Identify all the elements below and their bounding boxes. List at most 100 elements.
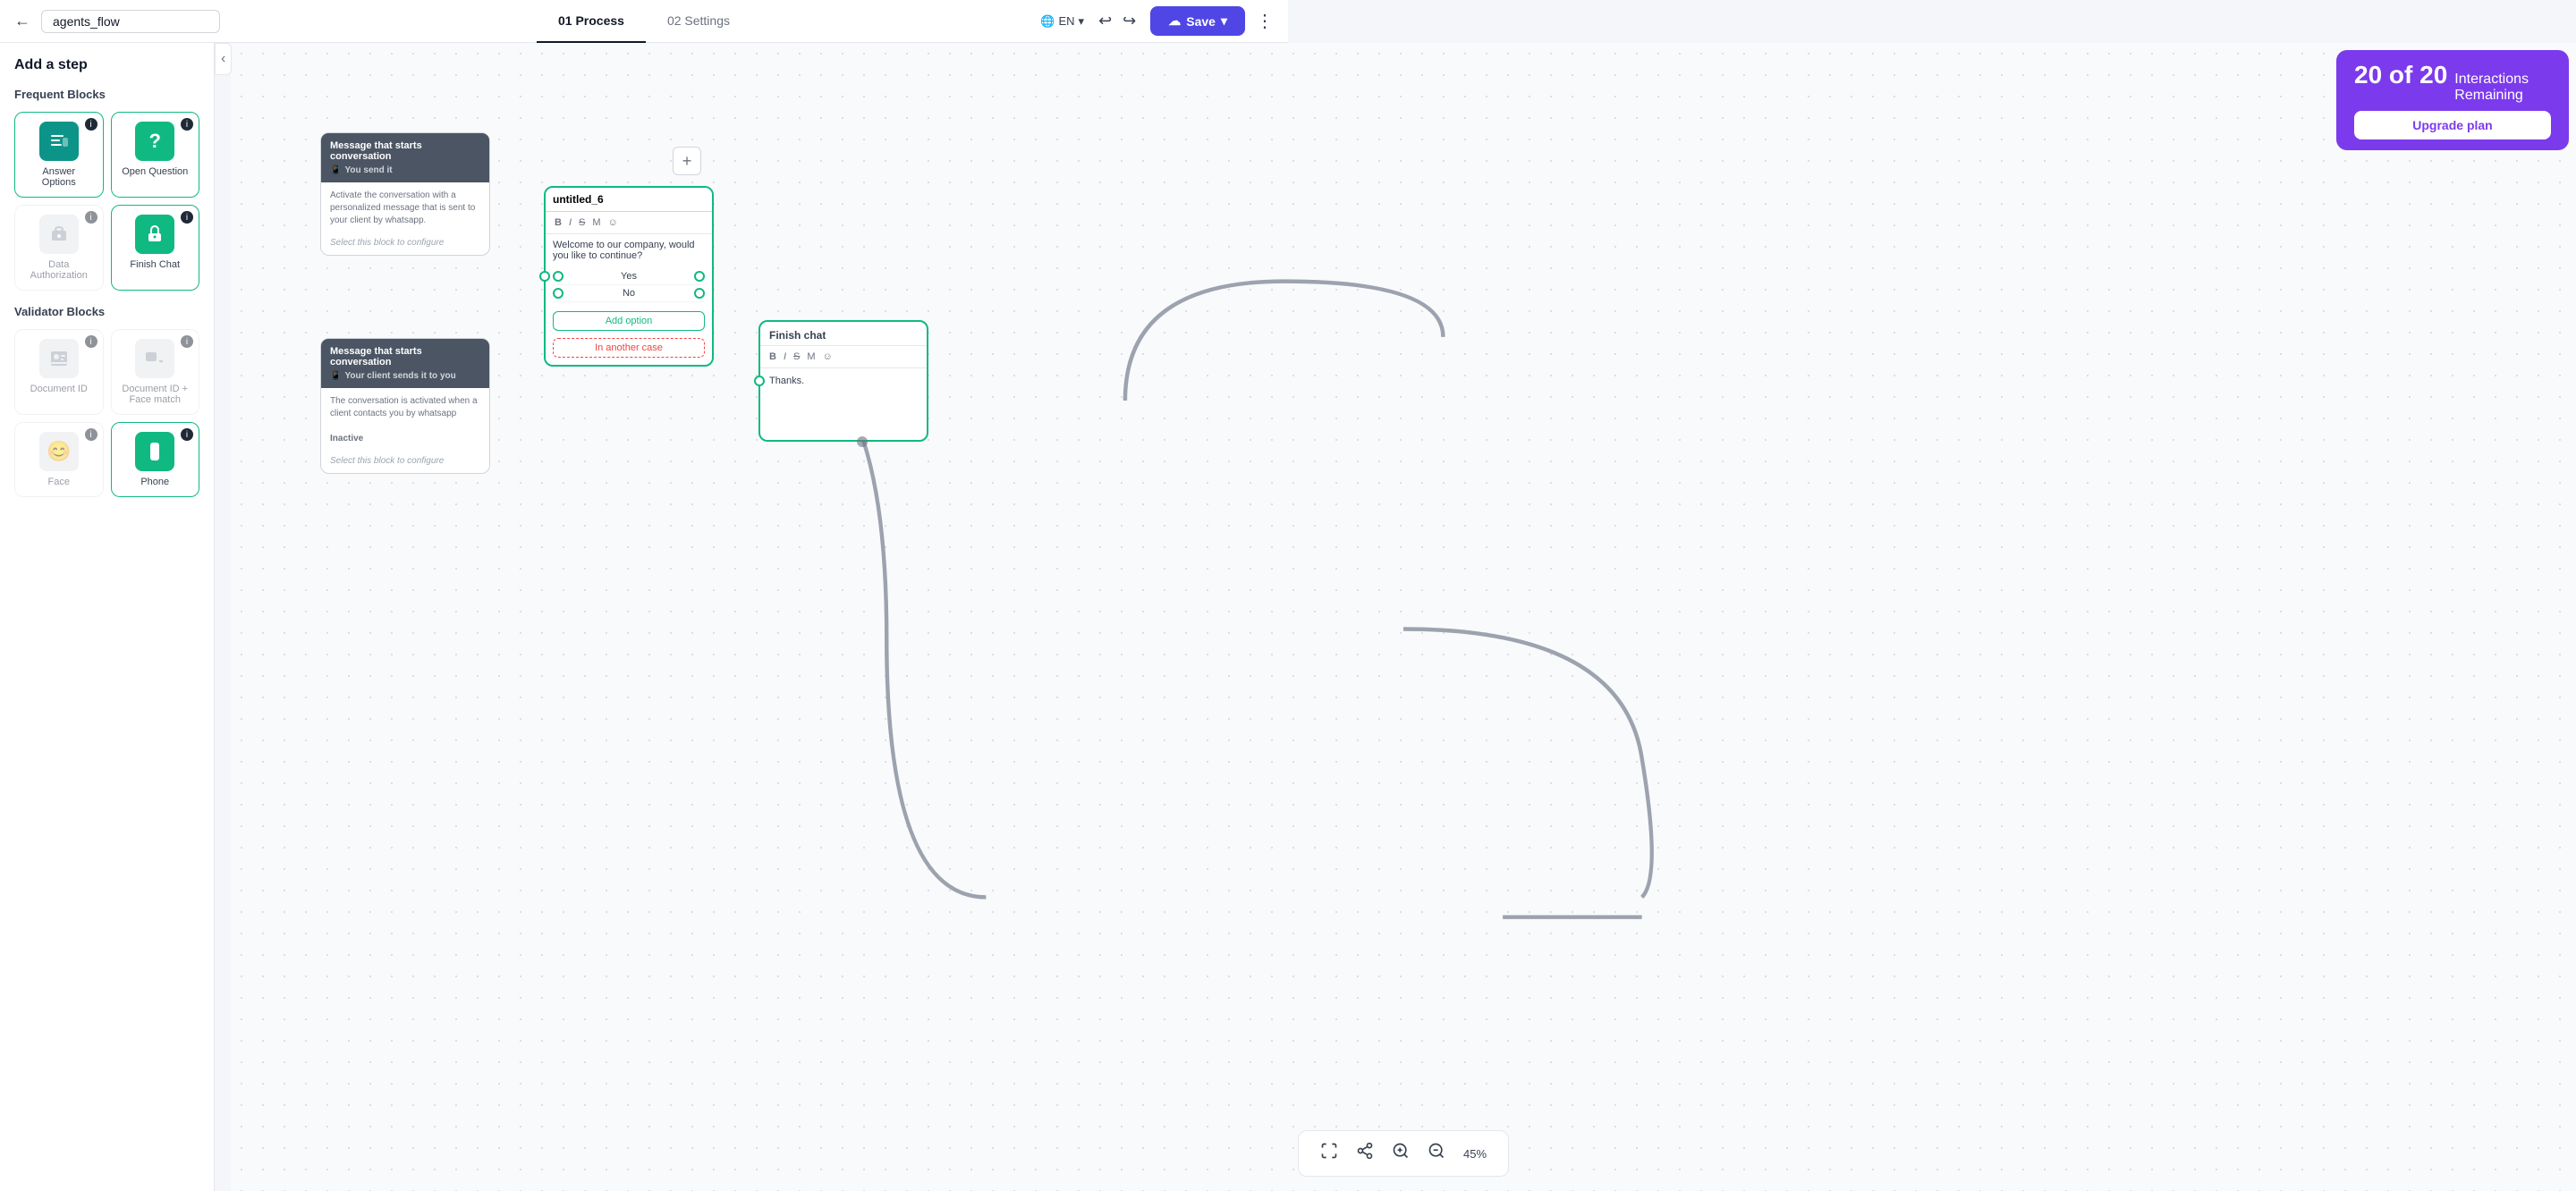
start-node-1-subheader: 📱 You send it <box>330 165 480 175</box>
header-right: 🌐 EN ▾ ↩ ↪ ☁ Save ▾ ⋮ <box>1040 6 1274 36</box>
answer-options-icon <box>39 122 79 161</box>
validator-blocks-grid: i Document ID i Doc <box>14 329 199 497</box>
options-node[interactable]: B I S M ☺ Welcome to our company, would … <box>544 186 714 367</box>
face-icon: 😊 <box>39 432 79 471</box>
tab-settings[interactable]: 02 Settings <box>646 0 751 43</box>
flow-name-input[interactable] <box>41 10 220 33</box>
option-no-right-dot <box>694 288 705 299</box>
interactions-count: 20 of 20 <box>2354 61 2447 89</box>
zoom-in-button[interactable] <box>1385 1138 1417 1169</box>
block-face[interactable]: i 😊 Face <box>14 422 104 497</box>
block-document-id-face-label: Document ID + Face match <box>121 384 191 405</box>
sidebar-collapse-button[interactable]: ‹ <box>215 43 232 75</box>
finish-node-toolbar: B I S M ☺ <box>760 346 927 368</box>
strikethrough-button[interactable]: S <box>577 215 587 230</box>
info-badge-6: i <box>181 335 193 348</box>
upgrade-plan-button[interactable]: Upgrade plan <box>2354 111 2551 139</box>
start-node-1[interactable]: Message that starts conversation 📱 You s… <box>320 132 490 256</box>
header: ← 01 Process 02 Settings 🌐 EN ▾ ↩ ↪ ☁ Sa… <box>0 0 1288 43</box>
emoji-button[interactable]: ☺ <box>606 215 620 230</box>
bold-button[interactable]: B <box>553 215 564 230</box>
block-open-question-label: Open Question <box>122 166 188 177</box>
info-badge-8: i <box>181 428 193 441</box>
back-button[interactable]: ← <box>14 12 30 30</box>
info-badge-4: i <box>181 211 193 224</box>
another-case-button[interactable]: In another case <box>553 338 705 358</box>
block-finish-chat[interactable]: i Finish Chat <box>111 205 200 291</box>
italic-button[interactable]: I <box>567 215 573 230</box>
option-yes-label: Yes <box>621 271 637 282</box>
start-node-1-footer: Select this block to configure <box>321 234 489 255</box>
tab-process[interactable]: 01 Process <box>537 0 646 43</box>
option-yes-right-dot <box>694 271 705 282</box>
finish-chat-icon <box>135 215 174 254</box>
sidebar: Add a step Frequent Blocks i Answer Opti… <box>0 43 215 1191</box>
more-button[interactable]: ⋮ <box>1256 10 1274 32</box>
finish-node-title: Finish chat <box>760 322 927 346</box>
option-row-no[interactable]: No <box>553 285 705 302</box>
options-connector-in <box>539 271 550 282</box>
undo-redo-group: ↩ ↪ <box>1095 8 1140 34</box>
sidebar-title: Add a step <box>14 57 199 73</box>
interactions-label: Interactions Remaining <box>2454 72 2529 104</box>
mono-button[interactable]: M <box>590 215 602 230</box>
start-node-1-body: Activate the conversation with a persona… <box>321 182 489 234</box>
finish-connector-in <box>754 376 765 386</box>
data-auth-icon <box>39 215 79 254</box>
finish-italic-button[interactable]: I <box>782 350 788 364</box>
option-no-label: No <box>623 288 635 299</box>
info-badge-3: i <box>85 211 97 224</box>
start-node-2-footer: Select this block to configure <box>321 452 489 473</box>
cursor-indicator <box>857 436 868 447</box>
start-node-2[interactable]: Message that starts conversation 📱 Your … <box>320 338 490 474</box>
interactions-top: 20 of 20 Interactions Remaining <box>2354 61 2551 104</box>
redo-button[interactable]: ↪ <box>1119 8 1140 34</box>
whatsapp-icon-2: 📱 <box>330 371 341 381</box>
finish-emoji-button[interactable]: ☺ <box>821 350 835 364</box>
block-answer-options[interactable]: i Answer Options <box>14 112 104 198</box>
block-document-id-face[interactable]: i Document ID + Face match <box>111 329 200 415</box>
undo-button[interactable]: ↩ <box>1095 8 1115 34</box>
zoom-level: 45% <box>1456 1147 1494 1161</box>
option-no-dot <box>553 288 564 299</box>
option-row-yes[interactable]: Yes <box>553 268 705 285</box>
block-finish-chat-label: Finish Chat <box>130 259 180 270</box>
block-document-id[interactable]: i Document ID <box>14 329 104 415</box>
frequent-blocks-grid: i Answer Options i ? Open Question i <box>14 112 199 291</box>
block-phone-label: Phone <box>140 477 169 487</box>
options-node-title-input[interactable] <box>546 188 712 212</box>
block-answer-options-label: Answer Options <box>24 166 94 188</box>
phone-icon <box>135 432 174 471</box>
open-question-icon: ? <box>135 122 174 161</box>
block-face-label: Face <box>48 477 70 487</box>
block-phone[interactable]: i Phone <box>111 422 200 497</box>
options-message: Welcome to our company, would you like t… <box>553 240 705 261</box>
zoom-out-button[interactable] <box>1420 1138 1453 1169</box>
info-badge-7: i <box>85 428 97 441</box>
canvas: + Message that starts conversation 📱 You… <box>231 43 2576 1191</box>
block-data-authorization[interactable]: i Data Authorization <box>14 205 104 291</box>
interactions-banner: 20 of 20 Interactions Remaining Upgrade … <box>2336 50 2569 150</box>
share-button[interactable] <box>1349 1138 1381 1169</box>
finish-bold-button[interactable]: B <box>767 350 778 364</box>
block-open-question[interactable]: i ? Open Question <box>111 112 200 198</box>
whatsapp-icon: 📱 <box>330 165 341 175</box>
add-node-button[interactable]: + <box>673 147 701 175</box>
save-button[interactable]: ☁ Save ▾ <box>1150 6 1245 36</box>
options-toolbar: B I S M ☺ <box>546 212 712 234</box>
finish-node[interactable]: Finish chat B I S M ☺ Thanks. <box>758 320 928 442</box>
cloud-icon: ☁ <box>1168 13 1181 29</box>
info-badge: i <box>85 118 97 131</box>
language-button[interactable]: 🌐 EN ▾ <box>1040 14 1084 29</box>
frequent-blocks-title: Frequent Blocks <box>14 88 199 101</box>
fit-view-button[interactable] <box>1313 1138 1345 1169</box>
finish-mono-button[interactable]: M <box>805 350 817 364</box>
finish-strikethrough-button[interactable]: S <box>792 350 801 364</box>
add-option-button[interactable]: Add option <box>553 311 705 331</box>
info-badge-2: i <box>181 118 193 131</box>
start-node-1-header: Message that starts conversation 📱 You s… <box>321 133 489 182</box>
tab-bar: 01 Process 02 Settings <box>537 0 751 43</box>
validator-blocks-title: Validator Blocks <box>14 305 199 318</box>
start-node-2-subheader: 📱 Your client sends it to you <box>330 371 480 381</box>
info-badge-5: i <box>85 335 97 348</box>
